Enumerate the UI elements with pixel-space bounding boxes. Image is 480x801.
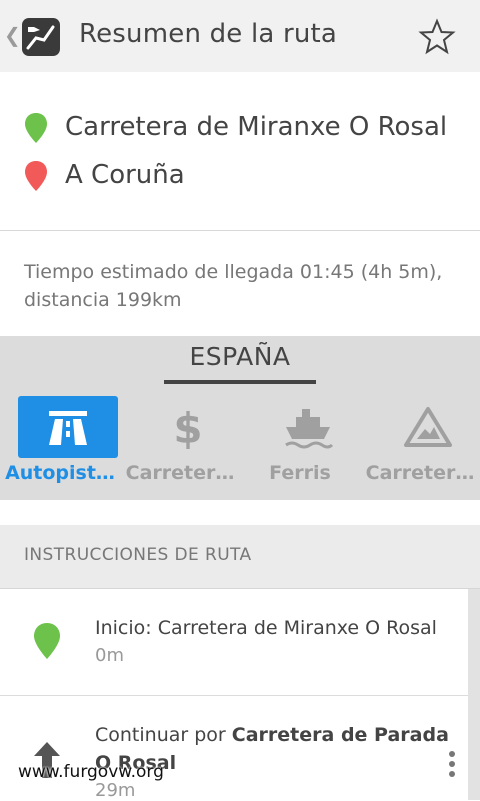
instructions-header-label: INSTRUCCIONES DE RUTA [24,545,252,565]
option-label: Carreter… [365,462,475,484]
instruction-prefix: Continuar por [95,724,232,746]
option-label: Autopist… [5,462,115,484]
country-panel: ESPAÑA Autopist… $ Carreter… Ferris Carr… [0,336,480,500]
origin-label: Carretera de Miranxe O Rosal [65,112,448,142]
dollar-toll-icon: $ [138,396,238,458]
svg-text:$: $ [173,404,202,451]
option-label: Carreter… [125,462,235,484]
origin-row[interactable]: Carretera de Miranxe O Rosal [0,106,480,150]
destination-label: A Coruña [65,160,185,190]
red-pin-icon [25,161,47,191]
green-pin-icon [25,113,47,143]
ferry-icon [258,396,358,458]
option-toll-roads[interactable]: $ Carreter… [120,396,240,496]
route-summary: Carretera de Miranxe O Rosal A Coruña [0,72,480,231]
option-label: Ferris [269,462,331,484]
spacer [0,500,480,525]
country-name: ESPAÑA [189,342,291,371]
option-highways[interactable]: Autopist… [0,396,120,496]
instruction-item[interactable]: Continuar por Carretera de Parada O Rosa… [0,696,468,801]
destination-row[interactable]: A Coruña [0,154,480,198]
divider [0,695,468,696]
instruction-distance: 0m [95,645,124,666]
unpaved-road-warning-icon [378,396,478,458]
route-planner-app-icon[interactable] [22,18,60,56]
option-ferries[interactable]: Ferris [240,396,360,496]
instruction-item[interactable]: Inicio: Carretera de Miranxe O Rosal 0m [0,589,468,695]
back-chevron-icon[interactable]: ❮ [4,24,21,46]
star-outline-icon[interactable] [418,18,456,56]
highway-icon [18,396,118,458]
instruction-text: Inicio: Carretera de Miranxe O Rosal [95,617,437,639]
watermark: www.furgovw.org [18,762,164,782]
instructions-header: INSTRUCCIONES DE RUTA [0,525,480,589]
eta-text: Tiempo estimado de llegada 01:45 (4h 5m)… [24,261,443,311]
instruction-distance: 29m [95,780,136,801]
scrollbar[interactable] [468,589,480,800]
more-vertical-icon[interactable] [446,750,458,778]
green-pin-icon [34,623,60,659]
country-underline [164,380,316,384]
app-bar: ❮ Resumen de la ruta [0,0,480,72]
option-unpaved-roads[interactable]: Carreter… [360,396,480,496]
page-title: Resumen de la ruta [79,19,338,49]
